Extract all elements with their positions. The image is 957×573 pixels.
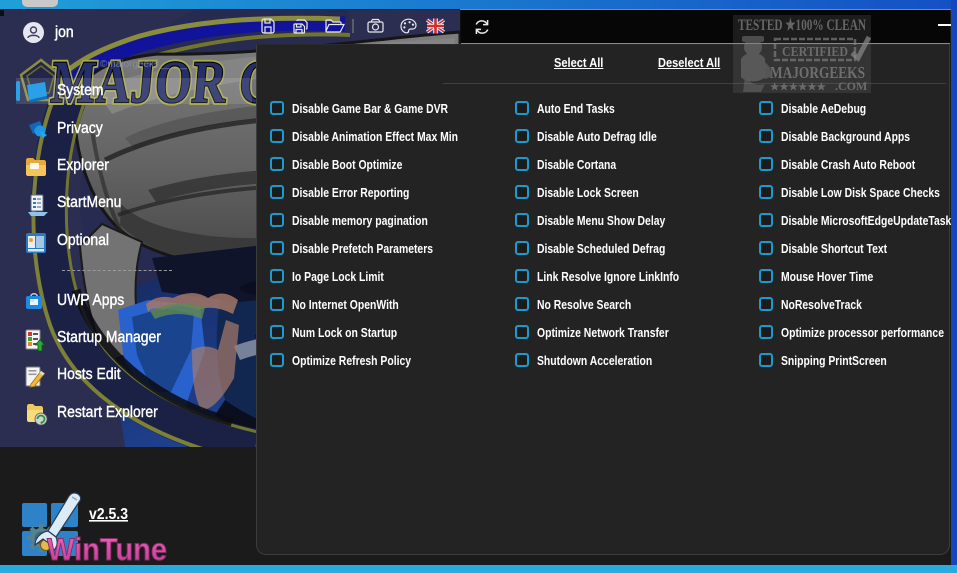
svg-text:v2.5.3: v2.5.3 — [89, 506, 128, 523]
svg-text:.COM: .COM — [835, 79, 867, 93]
svg-text:★★★★★★: ★★★★★★ — [770, 82, 826, 93]
svg-text:TESTED ★100% CLEAN: TESTED ★100% CLEAN — [738, 17, 866, 34]
svg-text:©majorgeeks_____: ©majorgeeks_____ — [100, 59, 187, 70]
svg-text:CERTIFIED: CERTIFIED — [782, 45, 848, 60]
svg-text:WinTune: WinTune — [47, 531, 167, 567]
